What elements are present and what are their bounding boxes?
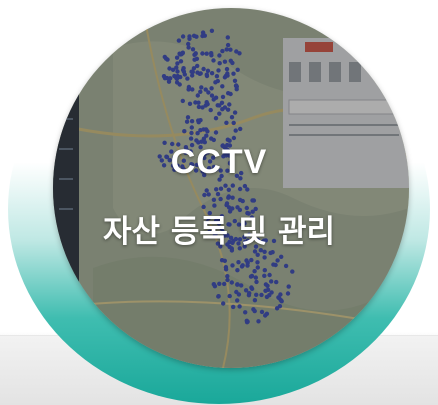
map-screenshot — [53, 8, 409, 368]
title-line-2: 자산 등록 및 관리 — [102, 214, 336, 250]
feature-thumbnail — [53, 8, 409, 368]
title-line-1: CCTV — [170, 143, 268, 181]
dim-overlay — [53, 8, 409, 368]
